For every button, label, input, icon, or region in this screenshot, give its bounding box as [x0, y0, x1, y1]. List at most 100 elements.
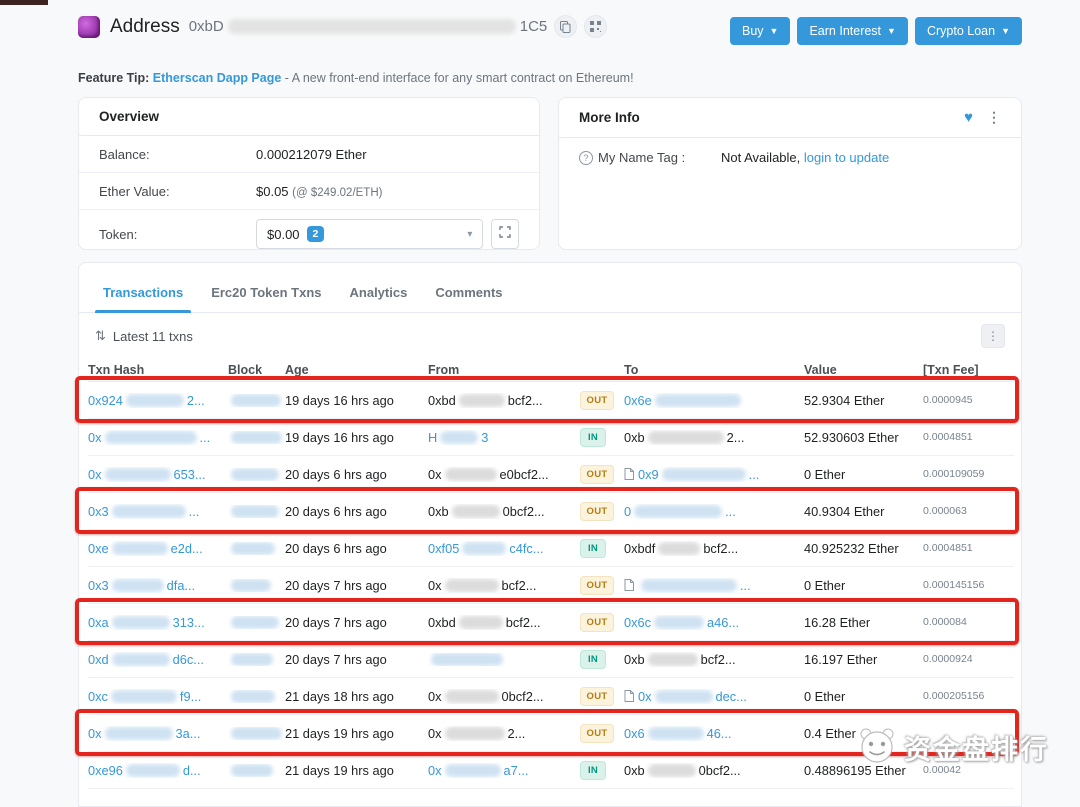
to-address-link[interactable]: 0x dec... [624, 689, 804, 704]
to-address-link[interactable]: ... [624, 578, 804, 593]
address-prefix: 0xbD [188, 18, 224, 35]
txn-hash-link[interactable]: 0xe96 d... [88, 763, 228, 778]
block-link[interactable] [228, 578, 285, 592]
txn-fee-cell: 0.0000945 [923, 394, 973, 406]
age-cell: 19 days 16 hrs ago [285, 429, 394, 445]
redacted-text-blur [444, 726, 505, 740]
redacted-text-blur [444, 763, 501, 777]
block-link[interactable] [228, 763, 285, 777]
feature-tip-text: - A new front-end interface for any smar… [281, 71, 634, 85]
txn-hash-link[interactable]: 0x 3a... [88, 726, 228, 741]
block-link[interactable] [228, 541, 285, 555]
redacted-text-blur [440, 430, 479, 444]
table-row: 0xd d6c... 20 days 7 hrs ago IN 0xb bcf2... 16… [88, 641, 1014, 678]
to-address: 0xb bcf2... [624, 651, 736, 667]
table-row: 0x924 2... 19 days 16 hrs ago 0xbd bcf2... OU… [75, 376, 1019, 423]
table-row: 0xe e2d... 20 days 6 hrs ago 0xf05 c4fc... IN… [88, 530, 1014, 567]
value-cell: 0 Ether [804, 466, 846, 482]
ether-value-label: Ether Value: [99, 183, 170, 199]
token-dropdown[interactable]: $0.00 2 ▾ [256, 219, 484, 249]
txn-hash-link[interactable]: 0x3 dfa... [88, 578, 228, 593]
redacted-text-blur [231, 578, 271, 592]
txn-hash-link[interactable]: 0x924 2... [88, 393, 228, 408]
redacted-text-blur [444, 467, 497, 481]
txn-fee-cell: 0.0000924 [923, 653, 973, 665]
table-row: 0x3 dfa... 20 days 7 hrs ago 0x bcf2... OUT..… [88, 567, 1014, 604]
balance-row: Balance: 0.000212079 Ether [79, 136, 539, 173]
txn-fee-cell: 0.000205156 [923, 690, 985, 702]
feature-tip: Feature Tip: Etherscan Dapp Page - A new… [78, 71, 634, 85]
page-title: Address [110, 15, 180, 37]
redacted-text-blur [111, 615, 170, 629]
to-address: 0xb 0bcf2... [624, 762, 741, 778]
redacted-text-blur [111, 652, 170, 666]
token-total-value: $0.00 [267, 226, 300, 242]
balance-label: Balance: [99, 146, 150, 162]
direction-badge-out: OUT [580, 464, 614, 484]
age-cell: 20 days 7 hrs ago [285, 614, 387, 630]
from-address-link[interactable] [428, 652, 580, 666]
block-link[interactable] [228, 467, 285, 481]
crypto-loan-button[interactable]: Crypto Loan ▼ [914, 17, 1022, 45]
txn-hash-link[interactable]: 0xe e2d... [88, 541, 228, 556]
block-link[interactable] [228, 504, 285, 518]
age-cell: 19 days 16 hrs ago [285, 392, 394, 408]
block-link[interactable] [228, 615, 285, 629]
login-to-update-link[interactable]: login to update [804, 150, 889, 165]
chevron-down-icon: ▼ [1001, 25, 1010, 36]
txn-fee-cell: 0.0004851 [923, 542, 973, 554]
to-address-link[interactable]: 0x9... [624, 467, 804, 482]
block-link[interactable] [228, 393, 285, 407]
redacted-text-blur [231, 541, 275, 555]
buy-button[interactable]: Buy ▼ [730, 17, 791, 45]
txn-hash-link[interactable]: 0x3... [88, 504, 228, 519]
favorite-heart-icon[interactable]: ♥ [964, 109, 973, 126]
tab-transactions[interactable]: Transactions [89, 277, 197, 313]
block-link[interactable] [228, 689, 285, 703]
block-link[interactable] [228, 430, 285, 444]
value-cell: 52.930603 Ether [804, 429, 899, 445]
value-cell: 52.9304 Ether [804, 392, 885, 408]
earn-interest-button[interactable]: Earn Interest ▼ [797, 17, 908, 45]
block-link[interactable] [228, 652, 285, 666]
value-cell: 16.197 Ether [804, 651, 878, 667]
from-address-link[interactable]: 0x a7... [428, 763, 580, 778]
txn-hash-link[interactable]: 0xc f9... [88, 689, 228, 704]
tab-erc20-token-txns[interactable]: Erc20 Token Txns [197, 277, 335, 312]
txn-hash-link[interactable]: 0x 653... [88, 467, 228, 482]
txn-fee-cell: 0.000063 [923, 505, 967, 517]
redacted-text-blur [111, 541, 168, 555]
help-icon: ? [579, 150, 593, 165]
feature-tip-link[interactable]: Etherscan Dapp Page [153, 71, 282, 85]
age-cell: 20 days 6 hrs ago [285, 466, 387, 482]
txn-toolbar: ⇅ Latest 11 txns ⋮ [79, 313, 1021, 359]
redacted-text-blur [647, 763, 696, 777]
tab-bar: Transactions Erc20 Token Txns Analytics Com… [79, 263, 1021, 313]
from-address-link[interactable]: H3 [428, 430, 580, 445]
qrcode-button[interactable] [584, 15, 608, 38]
txn-hash-link[interactable]: 0xa 313... [88, 615, 228, 630]
name-tag-label: ? My Name Tag : [579, 150, 721, 165]
txn-hash-link[interactable]: 0x... [88, 430, 228, 445]
copy-address-button[interactable] [554, 15, 578, 38]
to-address-link[interactable]: 0x6c a46... [624, 615, 804, 630]
redacted-text-blur [431, 652, 503, 666]
from-address: 0x bcf2... [428, 577, 537, 593]
table-options-button[interactable]: ⋮ [981, 324, 1005, 348]
tab-analytics[interactable]: Analytics [336, 277, 422, 312]
address-hash: 0xbD 1C5 [189, 18, 548, 35]
redacted-text-blur [654, 393, 741, 407]
to-address-link[interactable]: 0x6 46... [624, 726, 804, 741]
from-address-link[interactable]: 0xf05 c4fc... [428, 541, 580, 556]
txn-hash-link[interactable]: 0xd d6c... [88, 652, 228, 667]
redacted-text-blur [647, 430, 724, 444]
txn-fee-cell: 0.000084 [923, 616, 967, 628]
to-address-link[interactable]: 0... [624, 504, 804, 519]
to-address-link[interactable]: 0x6e [624, 393, 804, 408]
tab-comments[interactable]: Comments [421, 277, 516, 312]
more-options-icon[interactable]: ⋮ [987, 109, 1001, 126]
balance-value: 0.000212079 Ether [256, 146, 367, 162]
block-link[interactable] [228, 726, 285, 740]
token-expand-button[interactable] [491, 219, 519, 249]
age-cell: 20 days 6 hrs ago [285, 540, 387, 556]
